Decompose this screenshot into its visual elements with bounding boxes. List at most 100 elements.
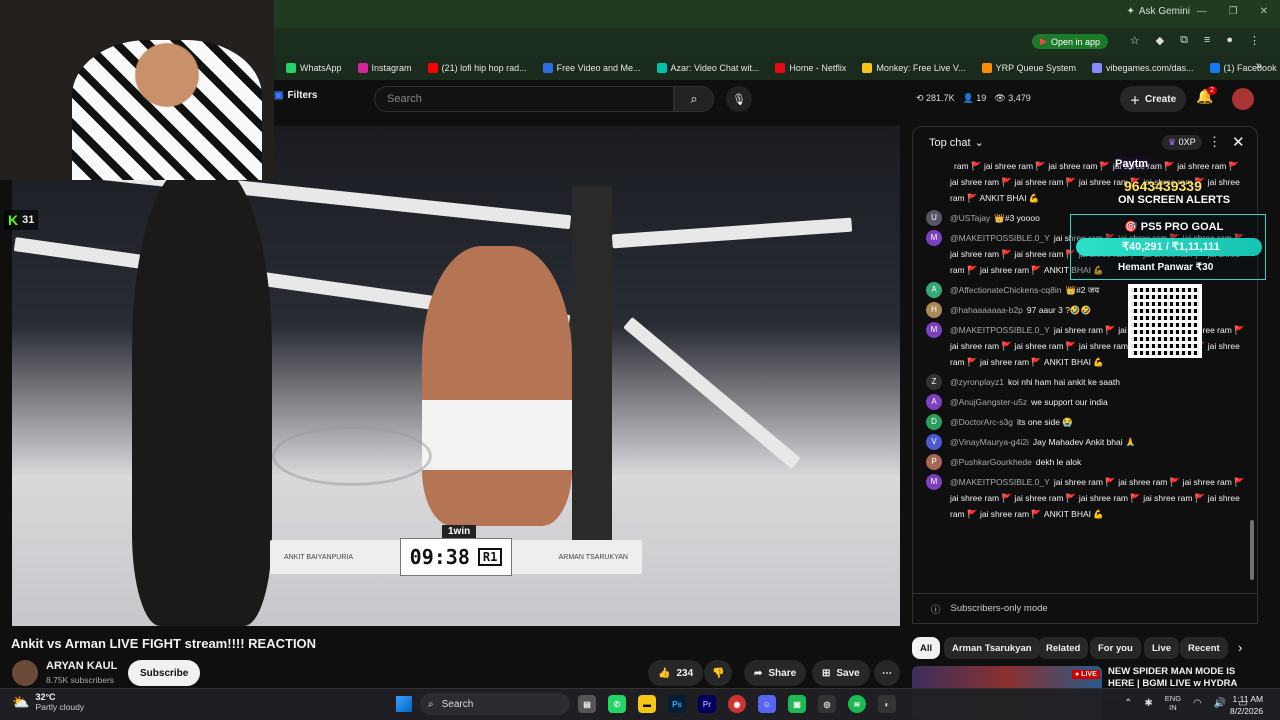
crown-icon: ♛ <box>1168 137 1177 147</box>
chat-author[interactable]: @AffectionateChickens-cq8in <box>950 285 1061 295</box>
chat-mode-dropdown[interactable]: Top chat ⌄ <box>929 136 984 150</box>
steam-icon[interactable]: ◐ <box>878 695 896 713</box>
puzzle-icon[interactable]: ⧉ <box>1180 34 1188 47</box>
bluetooth-icon[interactable]: ✱ <box>1144 698 1152 709</box>
chat-avatar[interactable] <box>926 158 942 174</box>
chevron-up-icon[interactable]: ⌃ <box>1124 698 1132 709</box>
folder-icon[interactable]: ▬ <box>638 695 656 713</box>
chat-avatar[interactable]: U <box>926 210 942 226</box>
start-button[interactable] <box>396 696 412 712</box>
chat-avatar[interactable]: M <box>926 322 942 338</box>
window-controls: — ❐ ✕ <box>1197 6 1268 17</box>
channel-avatar[interactable] <box>12 660 38 686</box>
extension-icon[interactable]: ◆ <box>1156 34 1164 47</box>
xp-badge[interactable]: ♛ 0XP <box>1162 135 1202 150</box>
bookmark-item[interactable]: (1) Facebook <box>1204 63 1280 73</box>
open-in-app-button[interactable]: ▶ Open in app <box>1032 34 1108 49</box>
ask-gemini-button[interactable]: ✦ Ask Gemini <box>1126 6 1190 17</box>
bookmark-item[interactable]: vibegames.com/das... <box>1086 63 1200 73</box>
ring-rope <box>623 316 801 470</box>
chip-live[interactable]: Live <box>1144 637 1180 659</box>
bookmark-item[interactable]: Monkey: Free Live V... <box>856 63 971 73</box>
chat-author[interactable]: @AnujGangster-u5z <box>950 397 1027 407</box>
chat-avatar[interactable]: V <box>926 434 942 450</box>
maximize-icon[interactable]: ❐ <box>1229 6 1238 17</box>
bookmark-favicon-icon <box>862 63 873 73</box>
chat-author[interactable]: @MAKEITPOSSIBLE.0_Y <box>950 477 1050 487</box>
profile-icon[interactable]: ● <box>1226 34 1233 47</box>
search-button[interactable]: ⌕ <box>674 86 714 112</box>
more-actions-button[interactable]: ⋯ <box>874 660 900 686</box>
bookmarks-overflow-icon[interactable]: » <box>1256 60 1262 72</box>
game-icon[interactable]: ▣ <box>788 695 806 713</box>
search-input[interactable]: Search <box>374 86 674 112</box>
taskbar-search[interactable]: ⌕ Search <box>420 693 570 715</box>
chat-avatar[interactable]: M <box>926 474 942 490</box>
bookmark-item[interactable]: WhatsApp <box>280 63 348 73</box>
channel-name[interactable]: ARYAN KAUL <box>46 660 117 672</box>
bookmark-favicon-icon <box>357 63 368 73</box>
language-indicator[interactable]: ENG IN <box>1165 694 1181 712</box>
chip-recent[interactable]: Recent <box>1180 637 1228 659</box>
share-button[interactable]: ➦ Share <box>744 660 807 686</box>
subscribe-button[interactable]: Subscribe <box>128 660 201 686</box>
chip-related[interactable]: Related <box>1038 637 1089 659</box>
chip-all[interactable]: All <box>912 637 941 659</box>
photoshop-icon[interactable]: Ps <box>668 695 686 713</box>
more-icon[interactable]: ⋮ <box>1249 34 1260 47</box>
chat-avatar[interactable]: A <box>926 282 942 298</box>
discord-icon[interactable]: ☺ <box>758 695 776 713</box>
volume-icon[interactable]: 🔊 <box>1214 698 1226 709</box>
like-button[interactable]: 👍 234 <box>648 660 704 686</box>
create-button[interactable]: ＋ Create <box>1120 86 1187 112</box>
chat-avatar[interactable]: P <box>926 454 942 470</box>
close-window-icon[interactable]: ✕ <box>1260 6 1268 17</box>
chrome-icon[interactable]: ◉ <box>728 695 746 713</box>
chat-avatar[interactable]: M <box>926 230 942 246</box>
chat-author[interactable]: @DoctorArc-s3g <box>950 417 1013 427</box>
filters-button[interactable]: ▣ Filters <box>274 90 317 101</box>
dislike-button[interactable]: 👎 <box>704 660 733 686</box>
chat-more-icon[interactable]: ⋮ <box>1208 134 1221 150</box>
whatsapp-icon[interactable]: ✆ <box>608 695 626 713</box>
bookmark-item[interactable]: (21) lofi hip hop rad... <box>422 63 533 73</box>
chat-avatar[interactable]: A <box>926 394 942 410</box>
obs-icon[interactable]: ◎ <box>818 695 836 713</box>
chat-author[interactable]: @MAKEITPOSSIBLE.0_Y <box>950 325 1050 335</box>
file-explorer-icon[interactable]: ▤ <box>578 695 596 713</box>
bookmark-item[interactable]: Home - Netflix <box>769 63 852 73</box>
chat-author[interactable]: @MAKEITPOSSIBLE.0_Y <box>950 233 1050 243</box>
weather-widget[interactable]: ⛅ 32°C Partly cloudy <box>12 692 84 712</box>
chat-author[interactable]: @VinayMaurya-g4i2i <box>950 437 1029 447</box>
live-badge: ● LIVE <box>1072 670 1100 679</box>
spotify-icon[interactable]: ≋ <box>848 695 866 713</box>
save-button[interactable]: ⊞ Save <box>812 660 870 686</box>
voice-search-button[interactable]: 🎙 <box>726 86 752 112</box>
bookmark-item[interactable]: YRP Queue System <box>976 63 1082 73</box>
bookmark-item[interactable]: Free Video and Me... <box>537 63 647 73</box>
premiere-icon[interactable]: Pr <box>698 695 716 713</box>
chat-author[interactable]: @zyronplayz1 <box>950 377 1004 387</box>
chat-close-icon[interactable]: ✕ <box>1232 133 1245 151</box>
bookmark-item[interactable]: Azar: Video Chat wit... <box>651 63 766 73</box>
video-title: Ankit vs Arman LIVE FIGHT stream!!!! REA… <box>11 636 317 651</box>
taskbar-clock[interactable]: 1:11 AM 8/2/2026 <box>1230 693 1263 717</box>
star-icon[interactable]: ☆ <box>1130 34 1140 47</box>
minimize-icon[interactable]: — <box>1197 6 1207 17</box>
account-avatar[interactable] <box>1232 88 1254 110</box>
chat-avatar[interactable]: H <box>926 302 942 318</box>
media-icon[interactable]: ≡ <box>1204 34 1210 47</box>
kick-viewer-badge: K 31 <box>4 210 39 230</box>
chat-scrollbar[interactable] <box>1250 520 1254 580</box>
chat-author[interactable]: @PushkarGourkhede <box>950 457 1032 467</box>
chat-author[interactable]: @USTajay <box>950 213 990 223</box>
bookmark-item[interactable]: Instagram <box>352 63 418 73</box>
chevron-right-icon[interactable]: › <box>1238 640 1242 655</box>
chat-avatar[interactable]: D <box>926 414 942 430</box>
chip-for-you[interactable]: For you <box>1090 637 1141 659</box>
chip-arman-tsarukyan[interactable]: Arman Tsarukyan <box>944 637 1040 659</box>
chat-author[interactable]: @hahaaaaaaa-b2p <box>950 305 1023 315</box>
chat-avatar[interactable]: Z <box>926 374 942 390</box>
goal-value: ₹40,291 / ₹1,11,111 <box>1122 241 1220 253</box>
wifi-icon[interactable]: ◠ <box>1193 698 1202 709</box>
